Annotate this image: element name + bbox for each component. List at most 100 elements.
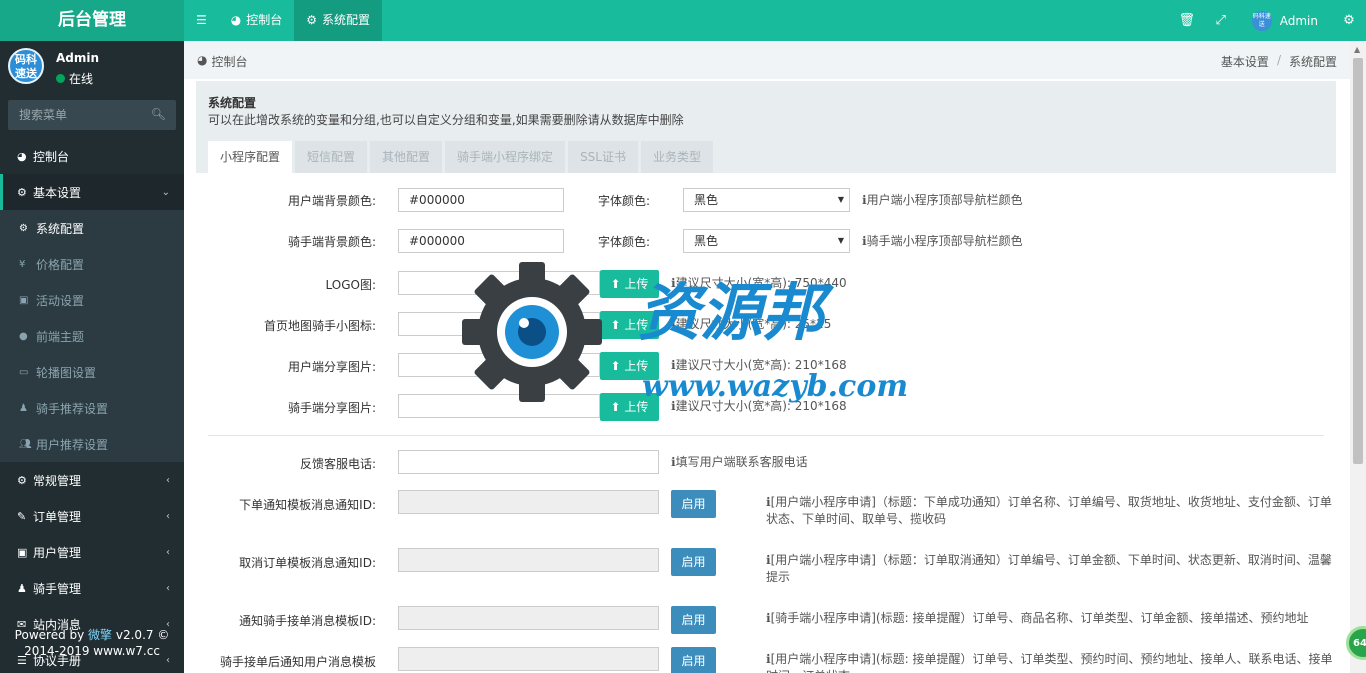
user-font-color-select[interactable]: 黑色 ▼ (683, 188, 850, 212)
tab-miniprogram-config[interactable]: 小程序配置 (208, 141, 293, 173)
sidebar-item-orders[interactable]: ✎ 订单管理 ‹ (0, 498, 184, 534)
tab-ssl-cert[interactable]: SSL证书 (568, 141, 638, 173)
phone-input[interactable] (398, 450, 659, 474)
cancel-template-enable-button[interactable]: 启用 (671, 548, 716, 576)
upload-label: 上传 (624, 318, 649, 332)
powered-prefix: Powered by (14, 628, 89, 642)
caret-down-icon: ▼ (837, 195, 844, 204)
scroll-thumb[interactable] (1353, 58, 1363, 464)
cancel-template-hint: ℹ[用户端小程序申请]（标题：订单取消通知）订单编号、订单金额、下单时间、状态更… (766, 552, 1336, 586)
rider-bg-color-input[interactable]: #000000 (398, 229, 564, 253)
user-menu[interactable]: 码科速送 Admin (1238, 10, 1332, 31)
sidebar-item-dashboard[interactable]: ◕ 控制台 (0, 138, 184, 174)
powered-brand-link[interactable]: 微擎 (88, 628, 112, 642)
sidebar-subitem-rider-referral[interactable]: ♟ 骑手推荐设置 (0, 390, 184, 426)
form-row-cancel-template: 取消订单模板消息通知ID: 启用 ℹ[用户端小程序申请]（标题：订单取消通知）订… (208, 548, 1336, 588)
tab-system-config[interactable]: ⚙ 系统配置 (294, 0, 383, 41)
rider-font-color-select[interactable]: 黑色 ▼ (683, 229, 850, 253)
rider-template-enable-button[interactable]: 启用 (671, 606, 716, 634)
map-icon-input[interactable] (398, 312, 600, 336)
map-icon-upload-button[interactable]: ⬆ 上传 (600, 311, 659, 339)
dashboard-icon: ◕ (17, 149, 27, 163)
breadcrumb-home[interactable]: 控制台 (211, 53, 247, 70)
rider-share-upload-button[interactable]: ⬆ 上传 (600, 393, 659, 421)
sidebar-toggle-button[interactable]: ☰ (184, 0, 219, 41)
user-bg-label: 用户端背景颜色: (287, 194, 376, 208)
avatar: 码科速送 (1251, 10, 1272, 31)
chevron-left-icon: ‹ (166, 582, 170, 594)
breadcrumb-separator: / (1276, 53, 1281, 67)
app-logo[interactable]: 后台管理 (0, 0, 184, 41)
logo-input[interactable] (398, 271, 600, 295)
tab-system-config-label: 系统配置 (322, 13, 371, 27)
menu-search-input[interactable] (8, 100, 148, 130)
tab-rider-binding[interactable]: 骑手端小程序绑定 (445, 141, 566, 173)
rider-accept-template-input[interactable] (398, 647, 659, 671)
sidebar-subitem-frontend-theme[interactable]: ● 前端主题 (0, 318, 184, 354)
tab-business-type[interactable]: 业务类型 (640, 141, 713, 173)
rider-accept-template-hint: ℹ[用户端小程序申请](标题: 接单提醒）订单号、订单类型、预约时间、预约地址、… (766, 651, 1336, 673)
sidebar-subitem-system-config[interactable]: ⚙ 系统配置 (0, 210, 184, 246)
order-template-enable-button[interactable]: 启用 (671, 490, 716, 518)
chevron-left-icon: ‹ (166, 510, 170, 522)
user-bg-color-input[interactable]: #000000 (398, 188, 564, 212)
user-share-upload-button[interactable]: ⬆ 上传 (600, 352, 659, 380)
sidebar-subitem-label: 骑手推荐设置 (36, 401, 109, 416)
user-icon: ▣ (17, 545, 28, 559)
page-scrollbar[interactable]: ▲ (1350, 41, 1366, 673)
sidebar-item-users[interactable]: ▣ 用户管理 ‹ (0, 534, 184, 570)
sidebar-item-basic-settings[interactable]: ⚙ 基本设置 ⌄ (0, 174, 184, 210)
powered-line-1: Powered by 微擎 v2.0.7 © (0, 627, 184, 643)
sidebar-menu: ◕ 控制台 ⚙ 基本设置 ⌄ ⚙ 系统配置 ¥ 价格配置 ▣ 活动设置 ● 前端… (0, 138, 184, 673)
fullscreen-icon[interactable]: ⤢ (1204, 13, 1238, 28)
rider-template-hint: ℹ[骑手端小程序申请](标题: 接单提醒）订单号、商品名称、订单类型、订单金额、… (766, 610, 1336, 627)
rider-bg-hint: ℹ骑手端小程序顶部导航栏颜色 (862, 233, 1023, 250)
chevron-left-icon: ‹ (166, 546, 170, 558)
order-template-input[interactable] (398, 490, 659, 514)
form-row-user-share: 用户端分享图片: ⬆ 上传 ℹ建议尺寸大小(宽*高): 210*168 (208, 351, 1336, 381)
search-icon[interactable]: 🔍︎ (151, 107, 166, 121)
tab-other-config[interactable]: 其他配置 (370, 141, 443, 173)
user-bg-hint-text: 用户端小程序顶部导航栏颜色 (866, 193, 1023, 207)
scroll-up-icon[interactable]: ▲ (1354, 45, 1360, 54)
powered-version: v2.0.7 © (112, 628, 170, 642)
gears-icon[interactable]: ⚙ (1332, 13, 1366, 28)
sidebar-item-riders[interactable]: ♟ 骑手管理 ‹ (0, 570, 184, 606)
form-row-map-icon: 首页地图骑手小图标: ⬆ 上传 ℹ建议尺寸大小(宽*高): 25*25 (208, 310, 1336, 340)
user-share-input[interactable] (398, 353, 600, 377)
user-name: Admin (1279, 13, 1318, 28)
sidebar-subitem-carousel-settings[interactable]: ▭ 轮播图设置 (0, 354, 184, 390)
image-icon: ▭ (19, 366, 29, 378)
phone-label: 反馈客服电话: (299, 457, 376, 471)
chevron-down-icon: ⌄ (161, 186, 170, 198)
rider-icon: ♟ (17, 581, 27, 595)
user-panel: 码科速送 Admin 在线 (0, 41, 184, 93)
sidebar-subitem-user-referral[interactable]: 👥︎ 用户推荐设置 (0, 426, 184, 462)
user-share-hint-text: 建议尺寸大小(宽*高): 210*168 (675, 358, 847, 372)
tab-dashboard-label: 控制台 (246, 13, 283, 27)
powered-line-2: 2014-2019 www.w7.cc (24, 644, 160, 658)
logo-upload-button[interactable]: ⬆ 上传 (600, 270, 659, 298)
rider-share-input[interactable] (398, 394, 600, 418)
rider-share-hint-text: 建议尺寸大小(宽*高): 210*168 (675, 399, 847, 413)
top-nav: ☰ ◕ 控制台 ⚙ 系统配置 (184, 0, 383, 41)
sidebar-subitem-activity-settings[interactable]: ▣ 活动设置 (0, 282, 184, 318)
sidebar-subitem-price-config[interactable]: ¥ 价格配置 (0, 246, 184, 282)
submenu-basic-settings: ⚙ 系统配置 ¥ 价格配置 ▣ 活动设置 ● 前端主题 ▭ 轮播图设置 ♟ 骑手… (0, 210, 184, 462)
trash-icon[interactable]: 🗑 (1170, 13, 1204, 28)
tab-sms-config[interactable]: 短信配置 (295, 141, 368, 173)
rider-share-hint: ℹ建议尺寸大小(宽*高): 210*168 (671, 398, 847, 415)
users-icon: 👥︎ (19, 438, 32, 450)
menu-search: 🔍︎ (8, 100, 176, 130)
breadcrumb-item[interactable]: 基本设置 (1221, 53, 1269, 70)
tab-dashboard[interactable]: ◕ 控制台 (219, 0, 295, 41)
rider-template-input[interactable] (398, 606, 659, 630)
sidebar-subitem-label: 用户推荐设置 (36, 437, 109, 452)
upload-label: 上传 (624, 400, 649, 414)
cancel-template-input[interactable] (398, 548, 659, 572)
rider-accept-template-enable-button[interactable]: 启用 (671, 647, 716, 673)
gear-icon: ⚙ (19, 222, 28, 234)
sidebar-item-general[interactable]: ⚙ 常规管理 ‹ (0, 462, 184, 498)
breadcrumb-left: ◕ 控制台 (197, 53, 248, 70)
breadcrumb: ◕ 控制台 基本设置 / 系统配置 (184, 41, 1350, 79)
